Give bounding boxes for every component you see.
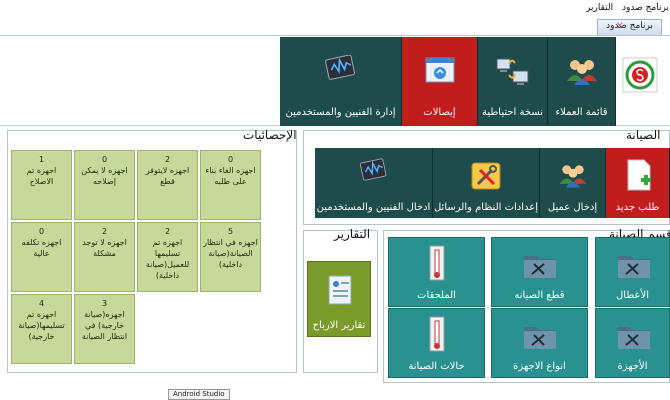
tools-folder-icon	[618, 256, 650, 278]
waveform-monitor-icon	[359, 158, 387, 181]
technicians-management-button[interactable]: إدارة الفنيين والمستخدمين	[280, 37, 402, 126]
reports-title: التقارير	[334, 227, 371, 241]
app-logo-icon	[622, 57, 658, 93]
stat-card-cancelled[interactable]: 0 اجهزه الغاء بناء على طلبه	[200, 150, 261, 220]
customers-group-icon	[566, 60, 597, 85]
backup-computers-icon	[496, 58, 528, 85]
receipts-button[interactable]: إيصالات	[402, 37, 478, 126]
add-customer-label: إدخال عميل	[547, 202, 598, 213]
maintenance-status-button[interactable]: حالات الصيانة	[388, 308, 485, 378]
technicians-management-label: إدارة الفنيين والمستخدمين	[285, 107, 396, 118]
stat-card-repaired[interactable]: 1 اجهزه تم الاصلاح	[11, 150, 72, 220]
waveform-monitor-icon	[324, 55, 355, 80]
new-request-label: طلب جديد	[615, 202, 660, 213]
stat-card-unrepairable[interactable]: 0 اجهزه لا يمكن إصلاحه	[74, 150, 135, 220]
spare-parts-label: قطع الصيانه	[514, 290, 565, 301]
backup-label: نسخة احتياطية	[481, 107, 544, 118]
devices-button[interactable]: الأجهزة	[595, 308, 670, 378]
accessories-button[interactable]: الملحقات	[388, 237, 485, 307]
tools-folder-icon	[524, 327, 556, 349]
new-request-button[interactable]: طلب جديد	[606, 148, 670, 218]
receipts-label: إيصالات	[423, 107, 456, 118]
stat-card-waiting-internal[interactable]: 5 اجهزه في انتظار الصيانة(صيانة داخلية)	[200, 222, 261, 292]
ribbon: إدارة الفنيين والمستخدمين إيصالات نسخة ا…	[0, 37, 670, 126]
add-customer-button[interactable]: إدخال عميل	[540, 148, 606, 218]
tools-folder-icon	[618, 327, 650, 349]
device-types-button[interactable]: انواع الاجهزة	[491, 308, 588, 378]
profit-reports-label: تقارير الارباح	[312, 320, 366, 331]
devices-label: الأجهزة	[617, 361, 648, 372]
receipt-window-icon	[425, 57, 454, 83]
menu-app-title[interactable]: برنامج صدود	[622, 3, 669, 13]
stat-card-waiting-external[interactable]: 3 اجهزه(صيانة خارجية) في انتظار الصيانة	[74, 294, 135, 364]
profit-reports-button[interactable]: تقارير الارباح	[307, 261, 371, 337]
add-technicians-label: ادخال الفنيين والمستخدمين	[316, 202, 431, 213]
tools-settings-icon	[471, 162, 501, 190]
thermometer-icon	[429, 316, 445, 352]
faults-label: الأعطال	[616, 290, 649, 301]
thermometer-icon	[429, 245, 445, 281]
customers-group-icon	[559, 165, 587, 188]
stat-card-high-cost[interactable]: 0 اجهزه تكلفه عالية	[11, 222, 72, 292]
maintenance-status-label: حالات الصيانة	[408, 361, 465, 372]
stat-card-no-problem[interactable]: 2 اجهزه لا توجد مشكلة	[74, 222, 135, 292]
new-document-icon	[627, 159, 651, 191]
tab-row	[0, 18, 670, 36]
spare-parts-button[interactable]: قطع الصيانه	[491, 237, 588, 307]
statistics-title: الإحصائيات	[243, 128, 297, 142]
system-settings-label: إعدادات النظام والرسائل	[433, 202, 538, 213]
add-technicians-button[interactable]: ادخال الفنيين والمستخدمين	[315, 148, 433, 218]
menu-bar: برنامج صدود التقارير	[0, 0, 670, 18]
device-types-label: انواع الاجهزة	[513, 361, 566, 372]
stat-card-no-parts[interactable]: 2 اجهزه لايتوفر قطع	[137, 150, 198, 220]
customers-list-label: قائمة العملاء	[555, 107, 608, 118]
maintenance-title: الصيانة	[626, 128, 661, 142]
faults-button[interactable]: الأعطال	[595, 237, 670, 307]
system-settings-button[interactable]: إعدادات النظام والرسائل	[433, 148, 540, 218]
backup-button[interactable]: نسخة احتياطية	[478, 37, 548, 126]
accessories-label: الملحقات	[417, 290, 456, 301]
stat-card-delivered-external[interactable]: 4 اجهزه تم تسليمها(صيانة خارجية)	[11, 294, 72, 364]
menu-reports[interactable]: التقارير	[586, 3, 613, 13]
stat-card-delivered-internal[interactable]: 2 اجهزه تم تسليمها للعميل(صيانة داخلية)	[137, 222, 198, 292]
taskbar-tooltip: Android Studio	[168, 389, 230, 400]
document-tab[interactable]: برنامج صدود	[597, 19, 662, 35]
customers-list-button[interactable]: قائمة العملاء	[548, 37, 616, 126]
tools-folder-icon	[524, 256, 556, 278]
report-card-icon	[328, 275, 352, 305]
document-tab-label: برنامج صدود	[606, 21, 653, 31]
tab-close-icon[interactable]: ×	[616, 21, 626, 33]
